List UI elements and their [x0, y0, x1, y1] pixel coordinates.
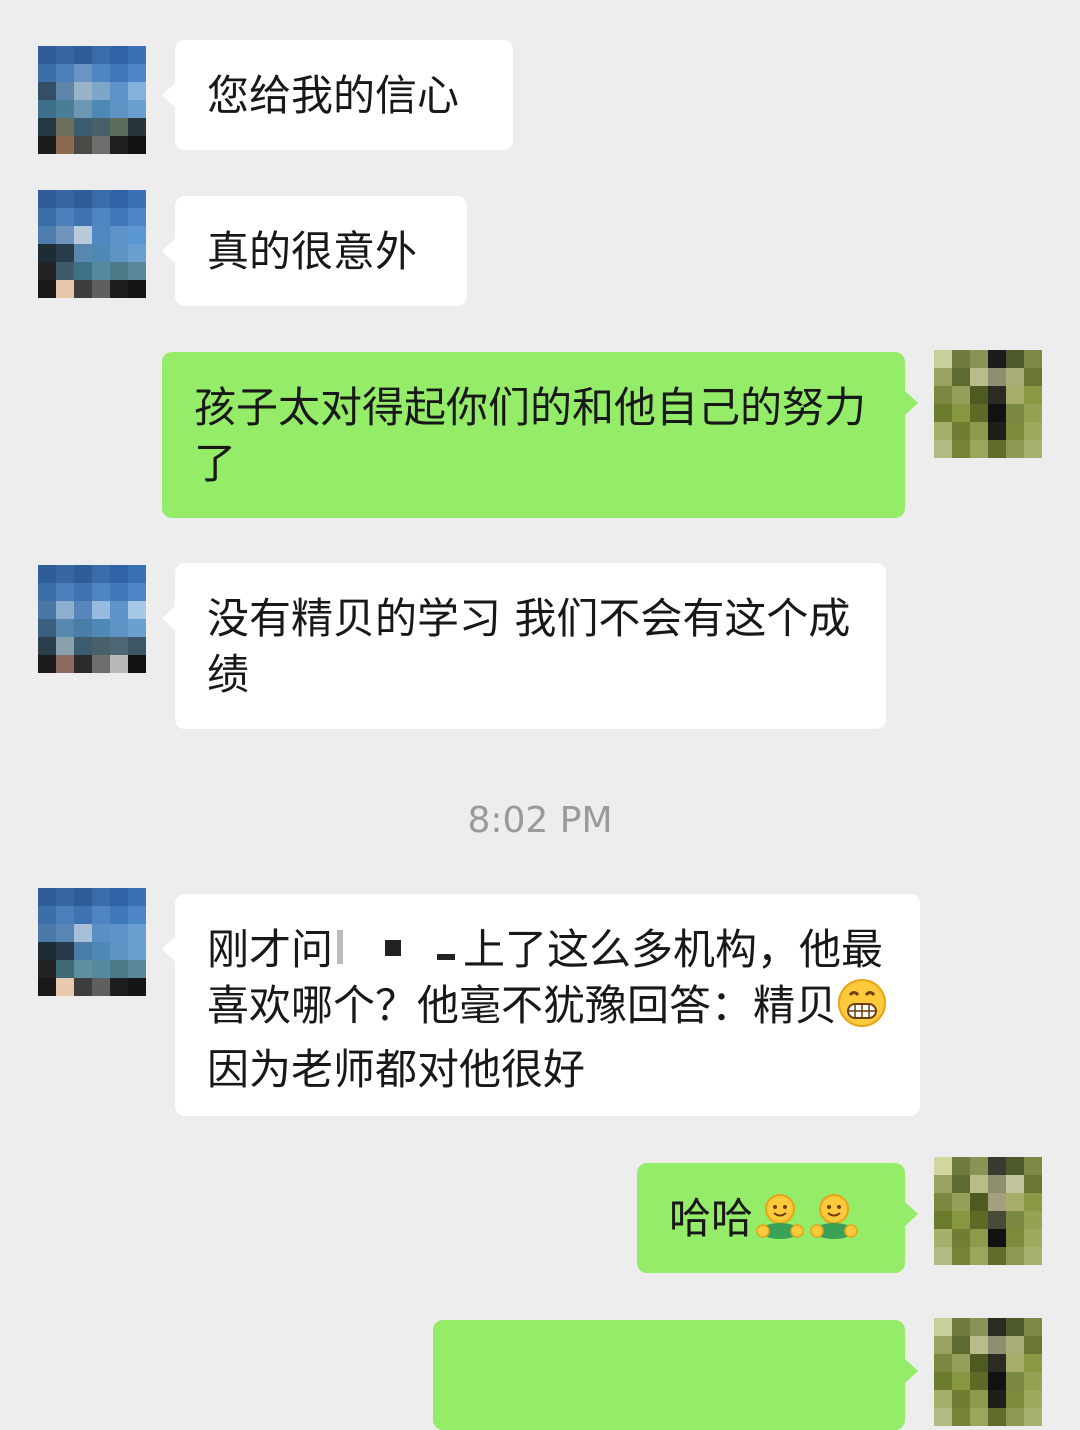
my-avatar[interactable]: [934, 1318, 1042, 1426]
contact-avatar[interactable]: [38, 888, 146, 996]
message-text: 真的很意外: [207, 227, 418, 276]
message-timestamp: 8:02 PM: [467, 800, 613, 841]
message-bubble[interactable]: 没有精贝的学习 我们不会有这个成绩: [162, 563, 886, 729]
message-bubble[interactable]: 哈哈: [637, 1163, 918, 1273]
redacted-name: [333, 928, 463, 968]
message-bubble[interactable]: 孩子太对得起你们的和他自己的努力了: [162, 352, 918, 518]
contact-avatar[interactable]: [38, 46, 146, 154]
contact-avatar[interactable]: [38, 190, 146, 298]
message-text: 孩子太对得起你们的和他自己的努力了: [194, 383, 867, 488]
message-bubble[interactable]: 您给我的信心: [162, 40, 513, 150]
hug-icon: [807, 1191, 861, 1255]
my-avatar[interactable]: [934, 350, 1042, 458]
message-bubble[interactable]: 刚才问 上了这么多机构，他最喜欢哪个？他毫不犹豫回答：精贝因为老师都对他很好: [162, 894, 920, 1116]
message-text: 您给我的信心: [207, 71, 460, 120]
message-bubble[interactable]: [433, 1320, 918, 1430]
message-text: 没有精贝的学习 我们不会有这个成绩: [207, 594, 851, 699]
my-avatar[interactable]: [934, 1157, 1042, 1265]
grinning-face-icon: [837, 978, 887, 1042]
contact-avatar[interactable]: [38, 565, 146, 673]
message-text: 刚才问: [207, 925, 334, 974]
message-bubble[interactable]: 真的很意外: [162, 196, 467, 306]
hug-icon: [753, 1191, 807, 1255]
message-text: 哈哈: [669, 1194, 754, 1243]
message-text: 因为老师都对他很好: [207, 1045, 586, 1094]
